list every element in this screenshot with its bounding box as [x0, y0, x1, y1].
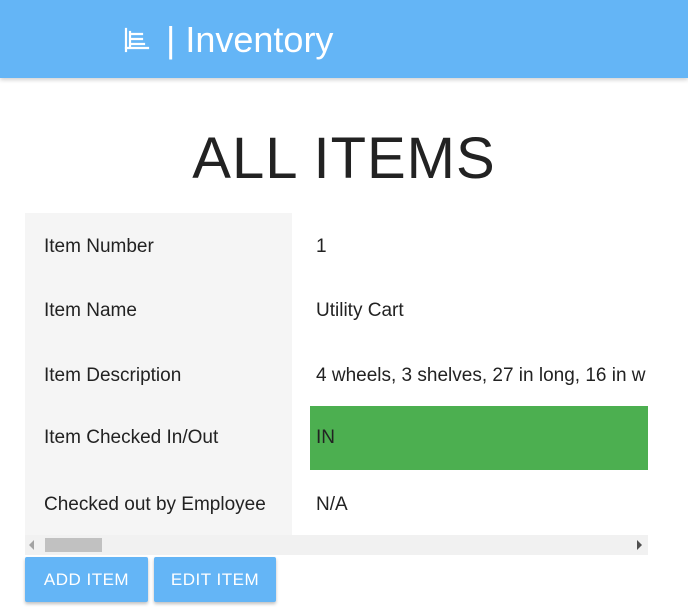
row-value: N/A [316, 494, 348, 515]
app-header: | Inventory [0, 0, 688, 78]
table-row-item-description: Item Description 4 wheels, 3 shelves, 27… [25, 344, 648, 408]
app-title: | Inventory [166, 19, 334, 60]
add-item-button[interactable]: ADD ITEM [25, 557, 148, 602]
hand-truck-icon [124, 27, 150, 53]
page-title: ALL ITEMS [192, 126, 496, 191]
table-row-item-name: Item Name Utility Cart [25, 279, 648, 343]
row-label: Item Description [44, 365, 182, 386]
horizontal-scrollbar[interactable] [25, 535, 648, 555]
item-details-table[interactable]: Item Number 1 Item Name Utility Cart Ite… [25, 213, 648, 555]
row-value: 1 [316, 236, 327, 257]
row-value: Utility Cart [316, 300, 404, 321]
row-label: Item Number [44, 236, 154, 257]
row-value: 4 wheels, 3 shelves, 27 in long, 16 in w [316, 365, 646, 386]
row-label: Item Checked In/Out [44, 427, 219, 448]
scroll-left-icon[interactable] [29, 540, 34, 550]
status-badge: IN [310, 406, 648, 470]
row-value: IN [316, 427, 335, 448]
scroll-right-icon[interactable] [637, 540, 642, 550]
table-row-checked-out-by: Checked out by Employee N/A [25, 473, 648, 537]
row-label: Item Name [44, 300, 137, 321]
table-row-item-checked-status: Item Checked In/Out IN [25, 406, 648, 470]
row-label: Checked out by Employee [44, 494, 266, 515]
scrollbar-thumb[interactable] [45, 538, 102, 552]
table-row-item-number: Item Number 1 [25, 215, 648, 279]
edit-item-button[interactable]: EDIT ITEM [154, 557, 276, 602]
